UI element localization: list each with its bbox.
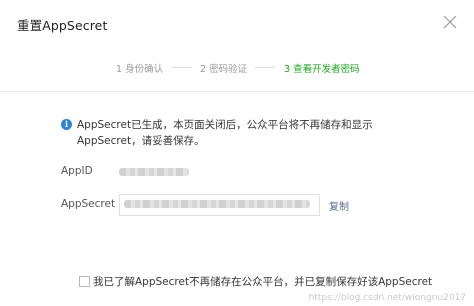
step-identity-confirm: 1 身份确认 — [116, 64, 164, 75]
header-divider — [0, 91, 474, 92]
appsecret-value-redacted — [124, 200, 310, 208]
close-icon[interactable] — [441, 13, 459, 31]
info-icon: i — [61, 119, 72, 130]
step-password-verify: 2 密码验证 — [200, 64, 248, 75]
reset-appsecret-dialog: 重置AppSecret 1 身份确认 2 密码验证 3 查看开发者密码 i Ap… — [0, 0, 474, 306]
appsecret-label: AppSecret — [61, 198, 116, 210]
appid-label: AppID — [61, 165, 93, 177]
step-view-developer-password: 3 查看开发者密码 — [284, 64, 360, 75]
copy-button[interactable]: 复制 — [329, 198, 349, 213]
step-separator — [172, 67, 192, 68]
step-separator — [255, 67, 275, 68]
dialog-title: 重置AppSecret — [17, 18, 108, 33]
watermark-text: https://blog.csdn.net/wiongnu2017 — [308, 293, 466, 303]
appid-value-redacted — [119, 168, 189, 176]
confirm-checkbox-label[interactable]: 我已了解AppSecret不再储存在公众平台，并已复制保存好该AppSecret — [93, 274, 432, 289]
notice-text: AppSecret已生成，本页面关闭后，公众平台将不再储存和显示AppSecre… — [77, 119, 373, 147]
confirm-checkbox[interactable] — [79, 276, 90, 287]
step-indicator: 1 身份确认 2 密码验证 3 查看开发者密码 — [0, 61, 474, 75]
